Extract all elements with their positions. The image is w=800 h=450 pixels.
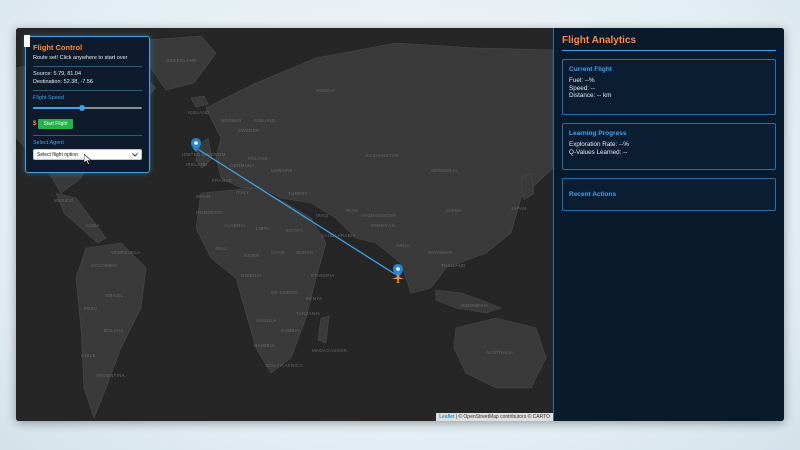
world-map[interactable]: RUSSIA CANADA UNITED STATES MEXICO GREEN… [16, 28, 553, 421]
slider-fill [33, 107, 83, 109]
panel-corner-mark [24, 35, 30, 47]
map-attribution: Leaflet | © OpenStreetMap contributors ©… [436, 413, 553, 421]
slider-thumb[interactable] [79, 104, 86, 111]
chevron-down-icon [132, 152, 138, 157]
speed-value: Speed: -- [569, 84, 595, 92]
start-row: $ Start Flight [33, 119, 142, 129]
divider [33, 90, 142, 91]
mouse-cursor-icon [84, 154, 92, 165]
flight-route-line [195, 147, 399, 277]
route-instruction: Route set! Click anywhere to start over [33, 55, 128, 61]
flight-control-panel: Flight Control Route set! Click anywhere… [24, 35, 150, 173]
select-agent-label: Select Agent [33, 140, 64, 146]
divider [33, 135, 142, 136]
app-window: RUSSIA CANADA UNITED STATES MEXICO GREEN… [16, 28, 784, 421]
source-coordinates: Source: 5.79, 81.04 [33, 71, 82, 77]
learning-progress-title: Learning Progress [569, 130, 627, 137]
flight-analytics-panel: Flight Analytics Current Flight Fuel: --… [553, 28, 784, 421]
distance-value: Distance: -- km [569, 92, 612, 99]
dollar-icon: $ [33, 121, 37, 127]
recent-actions-card: Recent Actions [562, 178, 776, 211]
source-marker-icon[interactable] [191, 138, 201, 152]
airplane-icon [392, 273, 404, 283]
fuel-value: Fuel: --% [569, 77, 595, 84]
start-flight-button[interactable]: Start Flight [38, 119, 73, 129]
learning-progress-card: Learning Progress Exploration Rate: --% … [562, 123, 776, 170]
attribution-text: | © OpenStreetMap contributors © CARTO [455, 414, 550, 420]
leaflet-link[interactable]: Leaflet [439, 414, 454, 420]
flight-speed-slider[interactable] [33, 104, 142, 112]
destination-coordinates: Destination: 52.38, -7.56 [33, 79, 93, 85]
divider [33, 66, 142, 67]
flight-control-title: Flight Control [33, 43, 83, 52]
current-flight-title: Current Flight [569, 66, 612, 73]
flight-speed-label: Flight Speed [33, 95, 64, 101]
current-flight-card: Current Flight Fuel: --% Speed: -- Dista… [562, 59, 776, 115]
analytics-title: Flight Analytics [562, 35, 776, 51]
exploration-rate-value: Exploration Rate: --% [569, 141, 629, 148]
q-values-learned-value: Q-Values Learned: -- [569, 148, 628, 156]
recent-actions-title: Recent Actions [569, 191, 617, 198]
agent-select-value: Select flight option [37, 151, 78, 158]
